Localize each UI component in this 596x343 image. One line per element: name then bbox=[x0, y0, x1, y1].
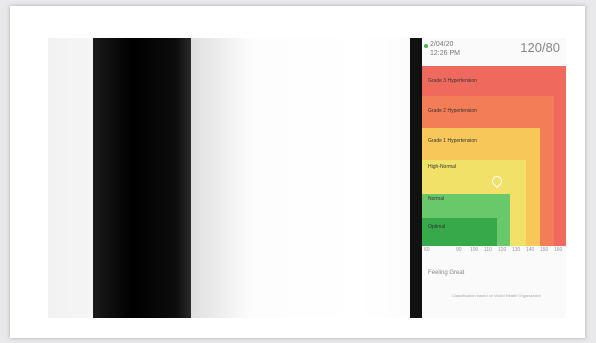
axis-tick: 160 bbox=[554, 247, 563, 253]
bp-classification-chart: Grade 3 Hypertension Grade 2 Hypertensio… bbox=[422, 66, 566, 246]
dark-pillar bbox=[93, 38, 191, 318]
label-optimal: Optimal bbox=[428, 224, 446, 230]
pillar-highlight bbox=[191, 38, 251, 318]
label-grade3: Grade 3 Hypertension bbox=[428, 78, 477, 84]
classification-note: Classification based on World Health Org… bbox=[452, 293, 542, 298]
product-photo: 2/04/20 12:26 PM 120/80 Grade 3 Hyperten… bbox=[48, 38, 566, 318]
label-high-normal: High-Normal bbox=[428, 164, 457, 170]
axis-tick: 150 bbox=[540, 247, 549, 253]
label-grade1: Grade 1 Hypertension bbox=[428, 138, 477, 144]
reading-time: 12:26 PM bbox=[430, 50, 460, 57]
axis-tick: 90 bbox=[456, 247, 462, 253]
reading-datetime: 2/04/20 12:26 PM bbox=[430, 40, 460, 58]
axis-tick: 100 bbox=[470, 247, 479, 253]
axis-tick: 140 bbox=[526, 247, 535, 253]
label-grade2: Grade 2 Hypertension bbox=[428, 108, 477, 114]
zone-optimal bbox=[422, 218, 497, 246]
image-card: 2/04/20 12:26 PM 120/80 Grade 3 Hyperten… bbox=[10, 6, 585, 338]
axis-start: 60 bbox=[424, 247, 430, 253]
label-normal: Normal bbox=[428, 196, 445, 202]
blood-pressure-value: 120/80 bbox=[520, 40, 560, 55]
axis-tick: 130 bbox=[512, 247, 521, 253]
x-axis: 60 90 100 110 120 130 140 150 160 bbox=[422, 246, 566, 256]
feeling-label: Feeling Great bbox=[428, 270, 465, 276]
axis-tick: 120 bbox=[498, 247, 507, 253]
axis-tick: 110 bbox=[484, 247, 492, 253]
status-dot bbox=[424, 44, 428, 48]
tablet-screen: 2/04/20 12:26 PM 120/80 Grade 3 Hyperten… bbox=[422, 38, 566, 318]
reading-date: 2/04/20 bbox=[430, 41, 454, 48]
